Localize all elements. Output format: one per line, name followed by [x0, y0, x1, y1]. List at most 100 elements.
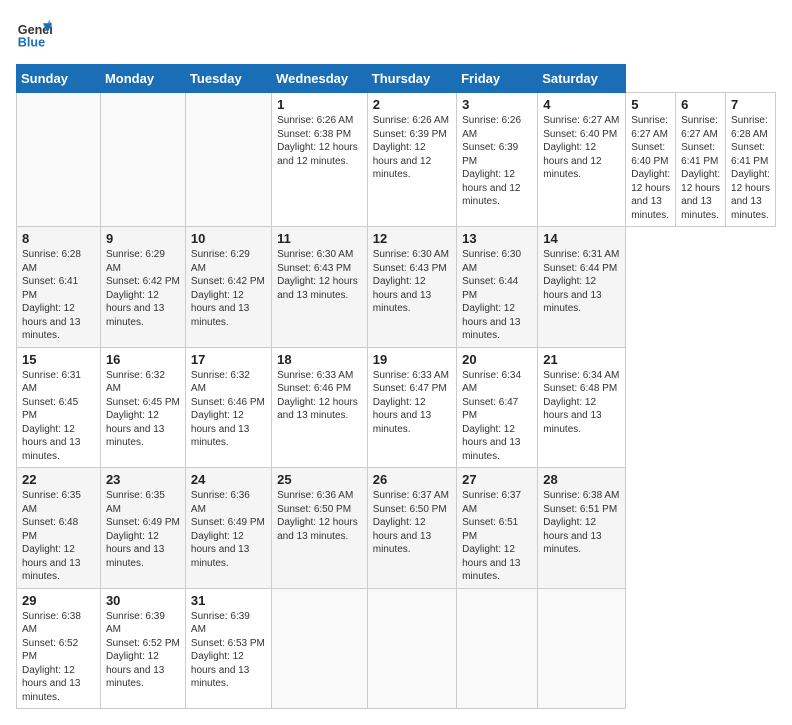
day-info: Sunrise: 6:27 AMSunset: 6:41 PMDaylight:… [681, 114, 720, 222]
calendar-day-cell: 13 Sunrise: 6:30 AMSunset: 6:44 PMDaylig… [457, 227, 538, 348]
calendar-day-cell: 6 Sunrise: 6:27 AMSunset: 6:41 PMDayligh… [676, 93, 726, 227]
day-number: 26 [373, 472, 451, 487]
dow-header-tuesday: Tuesday [185, 65, 271, 93]
day-info: Sunrise: 6:33 AMSunset: 6:46 PMDaylight:… [277, 369, 362, 423]
calendar-day-cell: 21 Sunrise: 6:34 AMSunset: 6:48 PMDaylig… [538, 347, 626, 468]
dow-header-wednesday: Wednesday [272, 65, 368, 93]
day-number: 21 [543, 352, 620, 367]
day-number: 31 [191, 593, 266, 608]
calendar-day-cell: 7 Sunrise: 6:28 AMSunset: 6:41 PMDayligh… [726, 93, 776, 227]
calendar-day-cell: 19 Sunrise: 6:33 AMSunset: 6:47 PMDaylig… [367, 347, 456, 468]
calendar-day-cell: 14 Sunrise: 6:31 AMSunset: 6:44 PMDaylig… [538, 227, 626, 348]
dow-header-saturday: Saturday [538, 65, 626, 93]
calendar-day-cell: 4 Sunrise: 6:27 AMSunset: 6:40 PMDayligh… [538, 93, 626, 227]
calendar-day-cell: 11 Sunrise: 6:30 AMSunset: 6:43 PMDaylig… [272, 227, 368, 348]
day-info: Sunrise: 6:35 AMSunset: 6:49 PMDaylight:… [106, 489, 180, 570]
day-info: Sunrise: 6:29 AMSunset: 6:42 PMDaylight:… [106, 248, 180, 329]
day-number: 3 [462, 97, 532, 112]
day-info: Sunrise: 6:34 AMSunset: 6:48 PMDaylight:… [543, 369, 620, 437]
day-info: Sunrise: 6:27 AMSunset: 6:40 PMDaylight:… [631, 114, 670, 222]
day-number: 23 [106, 472, 180, 487]
day-number: 4 [543, 97, 620, 112]
day-number: 17 [191, 352, 266, 367]
day-number: 1 [277, 97, 362, 112]
calendar-day-cell: 31 Sunrise: 6:39 AMSunset: 6:53 PMDaylig… [185, 588, 271, 709]
day-number: 12 [373, 231, 451, 246]
day-info: Sunrise: 6:27 AMSunset: 6:40 PMDaylight:… [543, 114, 620, 182]
calendar-day-cell: 16 Sunrise: 6:32 AMSunset: 6:45 PMDaylig… [100, 347, 185, 468]
day-number: 5 [631, 97, 670, 112]
day-number: 2 [373, 97, 451, 112]
dow-header-monday: Monday [100, 65, 185, 93]
day-info: Sunrise: 6:38 AMSunset: 6:52 PMDaylight:… [22, 610, 95, 705]
calendar-day-cell: 17 Sunrise: 6:32 AMSunset: 6:46 PMDaylig… [185, 347, 271, 468]
day-number: 20 [462, 352, 532, 367]
calendar-row: 8 Sunrise: 6:28 AMSunset: 6:41 PMDayligh… [17, 227, 776, 348]
day-number: 8 [22, 231, 95, 246]
calendar-day-cell: 23 Sunrise: 6:35 AMSunset: 6:49 PMDaylig… [100, 468, 185, 589]
day-number: 28 [543, 472, 620, 487]
calendar-day-cell [538, 588, 626, 709]
page-header: General Blue [16, 16, 776, 52]
dow-header-sunday: Sunday [17, 65, 101, 93]
day-info: Sunrise: 6:28 AMSunset: 6:41 PMDaylight:… [731, 114, 770, 222]
day-number: 15 [22, 352, 95, 367]
dow-header-thursday: Thursday [367, 65, 456, 93]
calendar-day-cell: 26 Sunrise: 6:37 AMSunset: 6:50 PMDaylig… [367, 468, 456, 589]
day-number: 16 [106, 352, 180, 367]
calendar-day-cell: 8 Sunrise: 6:28 AMSunset: 6:41 PMDayligh… [17, 227, 101, 348]
day-number: 6 [681, 97, 720, 112]
day-info: Sunrise: 6:38 AMSunset: 6:51 PMDaylight:… [543, 489, 620, 557]
day-info: Sunrise: 6:26 AMSunset: 6:39 PMDaylight:… [373, 114, 451, 182]
day-info: Sunrise: 6:30 AMSunset: 6:43 PMDaylight:… [373, 248, 451, 316]
calendar-day-cell: 18 Sunrise: 6:33 AMSunset: 6:46 PMDaylig… [272, 347, 368, 468]
day-info: Sunrise: 6:30 AMSunset: 6:43 PMDaylight:… [277, 248, 362, 302]
calendar-day-cell [367, 588, 456, 709]
day-info: Sunrise: 6:31 AMSunset: 6:45 PMDaylight:… [22, 369, 95, 464]
day-number: 30 [106, 593, 180, 608]
day-number: 7 [731, 97, 770, 112]
empty-cell [17, 93, 101, 227]
day-number: 25 [277, 472, 362, 487]
calendar-day-cell: 12 Sunrise: 6:30 AMSunset: 6:43 PMDaylig… [367, 227, 456, 348]
calendar-row: 22 Sunrise: 6:35 AMSunset: 6:48 PMDaylig… [17, 468, 776, 589]
day-info: Sunrise: 6:39 AMSunset: 6:52 PMDaylight:… [106, 610, 180, 691]
logo: General Blue [16, 16, 52, 52]
day-info: Sunrise: 6:34 AMSunset: 6:47 PMDaylight:… [462, 369, 532, 464]
day-number: 18 [277, 352, 362, 367]
logo-icon: General Blue [16, 16, 52, 52]
day-info: Sunrise: 6:26 AMSunset: 6:38 PMDaylight:… [277, 114, 362, 168]
calendar-day-cell: 15 Sunrise: 6:31 AMSunset: 6:45 PMDaylig… [17, 347, 101, 468]
svg-text:Blue: Blue [18, 36, 45, 50]
calendar-day-cell [272, 588, 368, 709]
day-info: Sunrise: 6:36 AMSunset: 6:50 PMDaylight:… [277, 489, 362, 543]
day-info: Sunrise: 6:39 AMSunset: 6:53 PMDaylight:… [191, 610, 266, 691]
day-info: Sunrise: 6:36 AMSunset: 6:49 PMDaylight:… [191, 489, 266, 570]
day-info: Sunrise: 6:28 AMSunset: 6:41 PMDaylight:… [22, 248, 95, 343]
calendar-day-cell: 27 Sunrise: 6:37 AMSunset: 6:51 PMDaylig… [457, 468, 538, 589]
calendar-day-cell: 3 Sunrise: 6:26 AMSunset: 6:39 PMDayligh… [457, 93, 538, 227]
calendar-day-cell: 28 Sunrise: 6:38 AMSunset: 6:51 PMDaylig… [538, 468, 626, 589]
calendar-day-cell: 20 Sunrise: 6:34 AMSunset: 6:47 PMDaylig… [457, 347, 538, 468]
calendar-day-cell: 22 Sunrise: 6:35 AMSunset: 6:48 PMDaylig… [17, 468, 101, 589]
day-number: 9 [106, 231, 180, 246]
empty-cell [185, 93, 271, 227]
calendar-table: SundayMondayTuesdayWednesdayThursdayFrid… [16, 64, 776, 709]
day-info: Sunrise: 6:30 AMSunset: 6:44 PMDaylight:… [462, 248, 532, 343]
dow-header-friday: Friday [457, 65, 538, 93]
day-info: Sunrise: 6:37 AMSunset: 6:51 PMDaylight:… [462, 489, 532, 584]
day-info: Sunrise: 6:32 AMSunset: 6:46 PMDaylight:… [191, 369, 266, 450]
day-number: 13 [462, 231, 532, 246]
day-info: Sunrise: 6:32 AMSunset: 6:45 PMDaylight:… [106, 369, 180, 450]
calendar-day-cell: 5 Sunrise: 6:27 AMSunset: 6:40 PMDayligh… [626, 93, 676, 227]
calendar-day-cell [457, 588, 538, 709]
calendar-day-cell: 2 Sunrise: 6:26 AMSunset: 6:39 PMDayligh… [367, 93, 456, 227]
day-number: 27 [462, 472, 532, 487]
calendar-day-cell: 10 Sunrise: 6:29 AMSunset: 6:42 PMDaylig… [185, 227, 271, 348]
calendar-row: 15 Sunrise: 6:31 AMSunset: 6:45 PMDaylig… [17, 347, 776, 468]
day-number: 29 [22, 593, 95, 608]
day-info: Sunrise: 6:26 AMSunset: 6:39 PMDaylight:… [462, 114, 532, 209]
day-number: 14 [543, 231, 620, 246]
day-info: Sunrise: 6:35 AMSunset: 6:48 PMDaylight:… [22, 489, 95, 584]
day-info: Sunrise: 6:31 AMSunset: 6:44 PMDaylight:… [543, 248, 620, 316]
